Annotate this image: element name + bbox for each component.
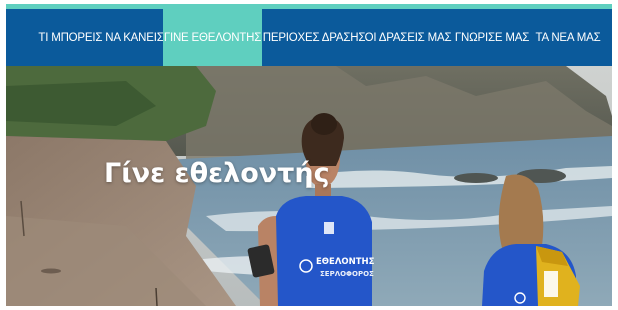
nav-item-our-actions[interactable]: ΟΙ ΔΡΑΣΕΙΣ ΜΑΣ: [365, 9, 452, 66]
hero-banner: ΕΘΕΛΟΝΤΗΣ ΣΕΡΛΟΦΟΡΟΣ Γίνε εθελοντής: [6, 66, 612, 306]
nav-item-what-you-can-do[interactable]: ΤΙ ΜΠΟΡΕΙΣ ΝΑ ΚΑΝΕΙΣ: [38, 9, 163, 66]
nav-item-about-us[interactable]: ΓΝΩΡΙΣΕ ΜΑΣ: [455, 9, 529, 66]
nav-item-become-volunteer[interactable]: ΓΙΝΕ ΕΘΕΛΟΝΤΗΣ: [163, 9, 262, 66]
page-frame: ΤΙ ΜΠΟΡΕΙΣ ΝΑ ΚΑΝΕΙΣ ΓΙΝΕ ΕΘΕΛΟΝΤΗΣ ΠΕΡΙ…: [6, 4, 612, 306]
main-navigation: ΤΙ ΜΠΟΡΕΙΣ ΝΑ ΚΑΝΕΙΣ ΓΙΝΕ ΕΘΕΛΟΝΤΗΣ ΠΕΡΙ…: [6, 9, 612, 66]
svg-text:ΕΘΕΛΟΝΤΗΣ: ΕΘΕΛΟΝΤΗΣ: [316, 257, 375, 267]
nav-item-action-areas[interactable]: ΠΕΡΙΟΧΕΣ ΔΡΑΣΗΣ: [263, 9, 366, 66]
svg-text:ΣΕΡΛΟΦΟΡΟΣ: ΣΕΡΛΟΦΟΡΟΣ: [320, 270, 374, 278]
nav-item-news[interactable]: ΤΑ ΝΕΑ ΜΑΣ: [535, 9, 601, 66]
hero-title: Γίνε εθελοντής: [104, 158, 330, 189]
